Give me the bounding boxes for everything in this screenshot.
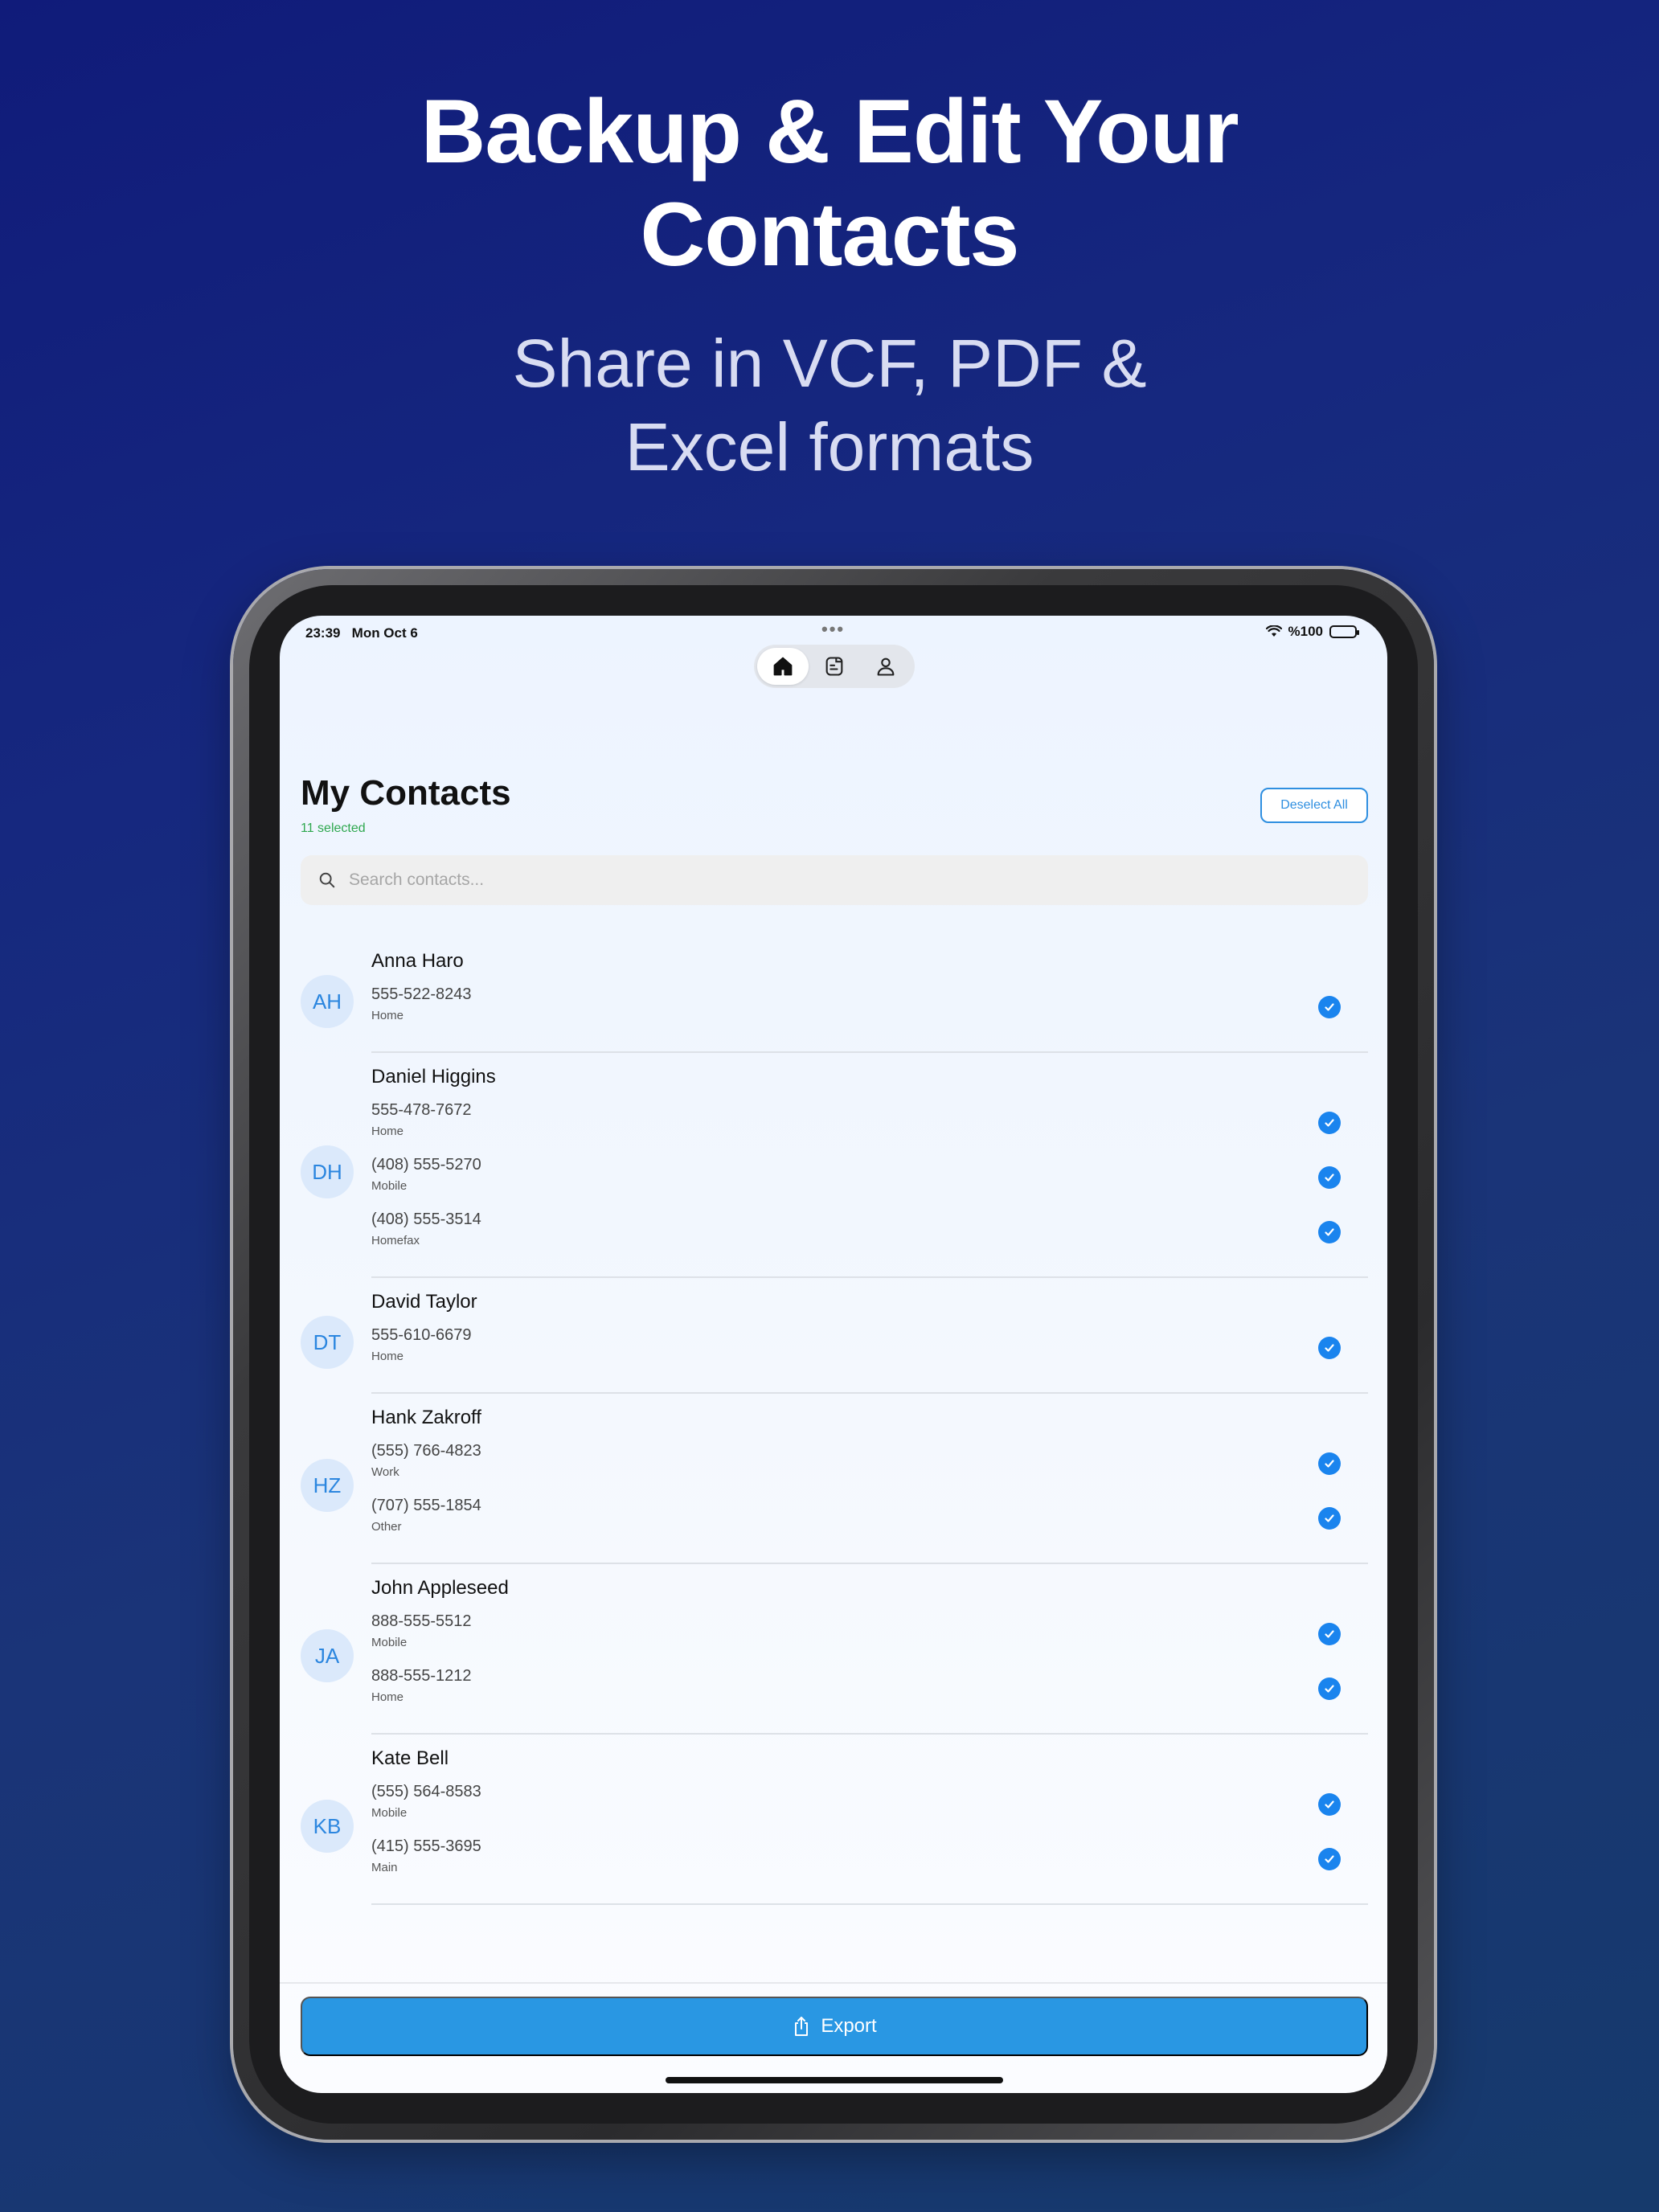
contact-row[interactable]: DT David Taylor 555-610-6679 Home [280, 1278, 1387, 1394]
home-indicator[interactable] [666, 2077, 1003, 2083]
document-icon [825, 657, 843, 676]
avatar: KB [301, 1800, 354, 1853]
tab-profile[interactable] [860, 648, 911, 685]
promo-headline: Backup & Edit Your Contacts [0, 80, 1659, 286]
contact-name: Daniel Higgins [371, 1066, 496, 1088]
promo-subline: Share in VCF, PDF & Excel formats [0, 322, 1659, 489]
checkmark-icon[interactable] [1318, 1848, 1341, 1870]
phone-label: Homefax [371, 1234, 420, 1247]
avatar: JA [301, 1629, 354, 1682]
phone-label: Main [371, 1861, 398, 1874]
status-right: %100 [1265, 624, 1359, 640]
avatar: AH [301, 975, 354, 1028]
phone-number: (555) 564-8583 [371, 1783, 481, 1800]
phone-label: Home [371, 1690, 404, 1704]
checkmark-icon[interactable] [1318, 1337, 1341, 1359]
phone-label: Mobile [371, 1636, 408, 1649]
contact-row[interactable]: JA John Appleseed 888-555-5512 Mobile 888-55… [280, 1564, 1387, 1735]
phone-label: Home [371, 1009, 404, 1022]
contact-row[interactable]: DH Daniel Higgins 555-478-7672 Home (408) 55… [280, 1053, 1387, 1278]
headline-line-2: Contacts [640, 184, 1019, 285]
status-time: 23:39 [305, 625, 341, 641]
phone-entry[interactable]: 888-555-1212 Home [371, 1667, 472, 1704]
battery-icon [1329, 625, 1359, 638]
contact-name: Anna Haro [371, 950, 464, 972]
status-time-date: 23:39 Mon Oct 6 [305, 625, 418, 641]
search-icon [319, 872, 335, 888]
phone-entry[interactable]: (555) 564-8583 Mobile [371, 1783, 481, 1820]
contact-name: Kate Bell [371, 1747, 449, 1769]
phone-number: (707) 555-1854 [371, 1497, 481, 1514]
phone-entry[interactable]: (408) 555-5270 Mobile [371, 1156, 481, 1193]
phone-label: Home [371, 1124, 404, 1138]
page-title: My Contacts [301, 773, 511, 813]
contact-name: Hank Zakroff [371, 1407, 481, 1428]
status-date: Mon Oct 6 [351, 625, 418, 641]
battery-percent: %100 [1288, 624, 1323, 639]
contact-row[interactable]: AH Anna Haro 555-522-8243 Home [280, 937, 1387, 1053]
phone-label: Work [371, 1465, 399, 1479]
multitask-dots-icon[interactable]: ••• [821, 619, 845, 640]
export-label: Export [821, 2015, 877, 2037]
home-icon [773, 657, 793, 676]
person-icon [877, 657, 895, 676]
phone-label: Home [371, 1350, 404, 1363]
contact-row[interactable]: KB Kate Bell (555) 564-8583 Mobile (415) 555… [280, 1735, 1387, 1905]
phone-number: 888-555-5512 [371, 1612, 472, 1630]
search-bar[interactable] [301, 855, 1368, 905]
contact-row[interactable]: HZ Hank Zakroff (555) 766-4823 Work (707) 55… [280, 1394, 1387, 1564]
checkmark-icon[interactable] [1318, 1221, 1341, 1243]
phone-entry[interactable]: 555-522-8243 Home [371, 985, 472, 1022]
subline-line-2: Excel formats [625, 409, 1034, 485]
phone-entry[interactable]: (707) 555-1854 Other [371, 1497, 481, 1534]
bottom-divider [280, 1982, 1387, 1984]
phone-number: (415) 555-3695 [371, 1837, 481, 1855]
phone-entry[interactable]: 888-555-5512 Mobile [371, 1612, 472, 1649]
checkmark-icon[interactable] [1318, 1112, 1341, 1134]
tab-bar [754, 645, 915, 688]
selected-count: 11 selected [301, 821, 366, 835]
contact-name: David Taylor [371, 1291, 477, 1313]
contact-name: John Appleseed [371, 1577, 509, 1599]
checkmark-icon[interactable] [1318, 1623, 1341, 1645]
phone-entry[interactable]: 555-610-6679 Home [371, 1326, 472, 1363]
avatar: DH [301, 1145, 354, 1198]
avatar: DT [301, 1316, 354, 1369]
phone-number: (408) 555-5270 [371, 1156, 481, 1174]
export-button[interactable]: Export [301, 1997, 1368, 2056]
checkmark-icon[interactable] [1318, 1507, 1341, 1530]
status-bar: 23:39 Mon Oct 6 ••• %100 [280, 616, 1387, 648]
phone-label: Mobile [371, 1806, 408, 1820]
phone-number: 555-478-7672 [371, 1101, 472, 1119]
checkmark-icon[interactable] [1318, 1793, 1341, 1816]
phone-entry[interactable]: 555-478-7672 Home [371, 1101, 472, 1138]
phone-label: Mobile [371, 1179, 408, 1193]
phone-label: Other [371, 1520, 402, 1534]
checkmark-icon[interactable] [1318, 996, 1341, 1018]
phone-number: (408) 555-3514 [371, 1210, 481, 1228]
phone-entry[interactable]: (555) 766-4823 Work [371, 1442, 481, 1479]
share-icon [795, 2017, 809, 2036]
phone-entry[interactable]: (415) 555-3695 Main [371, 1837, 481, 1874]
avatar: HZ [301, 1459, 354, 1512]
tab-documents[interactable] [809, 648, 860, 685]
subline-line-1: Share in VCF, PDF & [512, 326, 1147, 401]
phone-number: (555) 766-4823 [371, 1442, 481, 1460]
checkmark-icon[interactable] [1318, 1452, 1341, 1475]
phone-number: 888-555-1212 [371, 1667, 472, 1685]
phone-number: 555-610-6679 [371, 1326, 472, 1344]
phone-entry[interactable]: (408) 555-3514 Homefax [371, 1210, 481, 1247]
checkmark-icon[interactable] [1318, 1166, 1341, 1189]
headline-line-1: Backup & Edit Your [420, 81, 1239, 182]
row-divider [371, 1903, 1368, 1905]
app-screen: 23:39 Mon Oct 6 ••• %100 My Contacts 11 … [280, 616, 1387, 2093]
tab-home[interactable] [757, 648, 809, 685]
deselect-all-button[interactable]: Deselect All [1260, 788, 1368, 823]
checkmark-icon[interactable] [1318, 1677, 1341, 1700]
phone-number: 555-522-8243 [371, 985, 472, 1003]
search-input[interactable] [349, 870, 1313, 890]
wifi-icon [1265, 625, 1282, 637]
